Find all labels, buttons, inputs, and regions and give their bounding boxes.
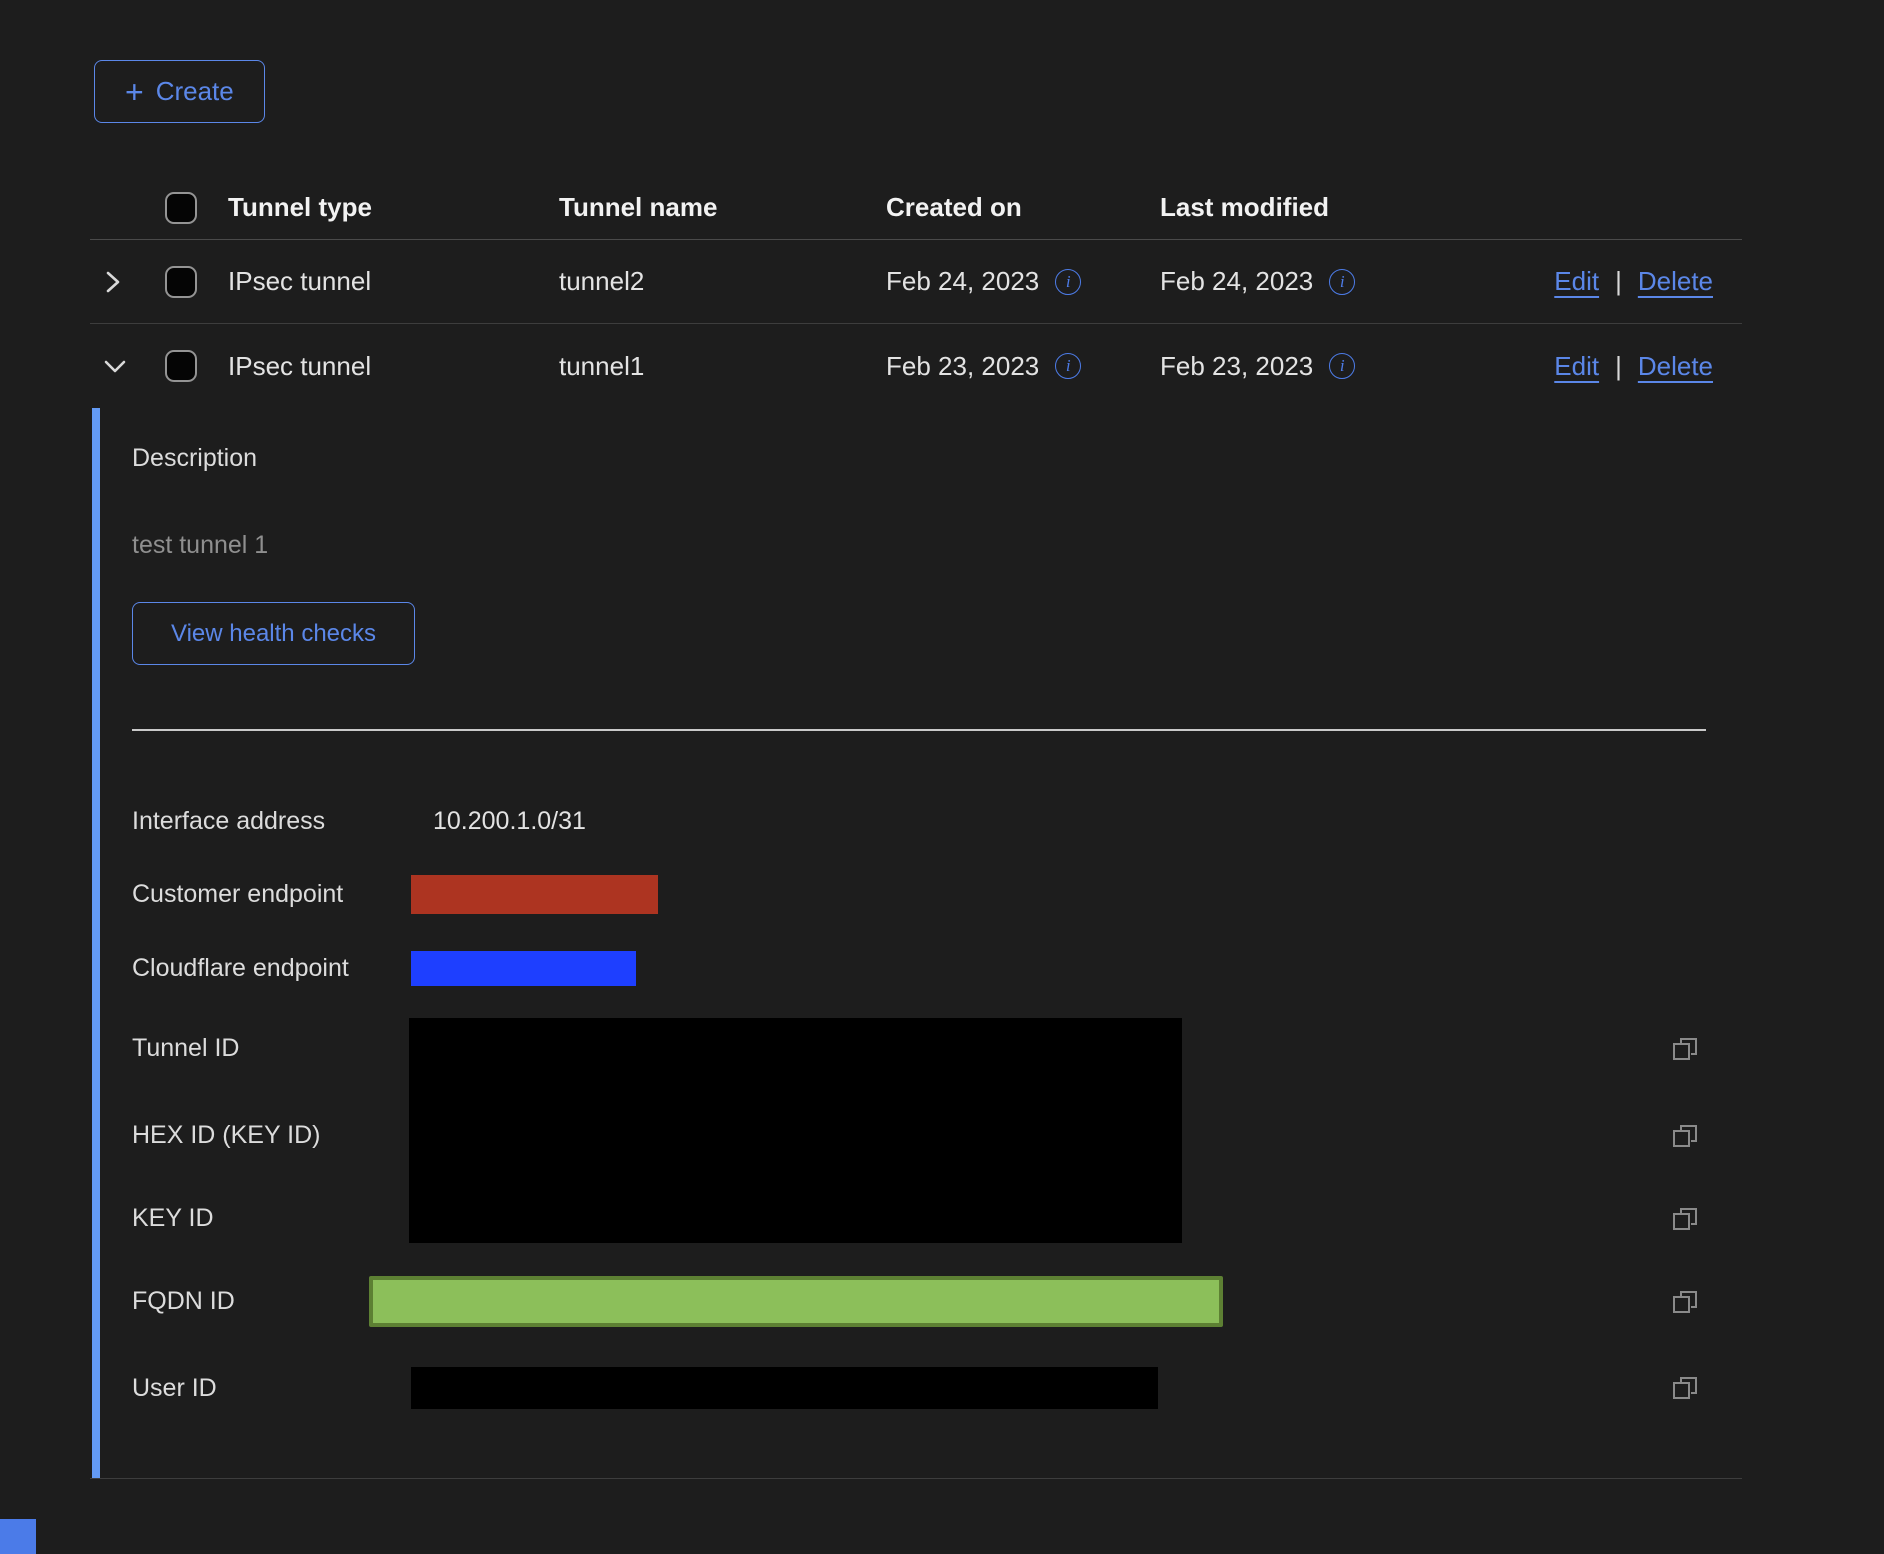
page-corner-accent bbox=[0, 1519, 36, 1554]
tunnel-fields: Interface address 10.200.1.0/31 Customer… bbox=[132, 785, 1742, 1431]
info-icon[interactable]: i bbox=[1055, 353, 1081, 379]
tunnel-detail-panel: Description test tunnel 1 View health ch… bbox=[92, 408, 1742, 1478]
redacted-cloudflare-endpoint bbox=[411, 951, 636, 986]
field-row-customer-endpoint: Customer endpoint bbox=[132, 858, 1742, 931]
chevron-right-icon[interactable] bbox=[102, 269, 124, 295]
redacted-user-id bbox=[411, 1367, 1158, 1409]
select-all-checkbox[interactable] bbox=[165, 192, 197, 224]
field-row-hex-id: HEX ID (KEY ID) bbox=[132, 1092, 1742, 1179]
table-row: IPsec tunnel tunnel1 Feb 23, 2023 i Feb … bbox=[90, 324, 1742, 408]
chevron-down-icon[interactable] bbox=[102, 355, 128, 377]
info-icon[interactable]: i bbox=[1055, 269, 1081, 295]
description-value: test tunnel 1 bbox=[132, 531, 1742, 560]
delete-link[interactable]: Delete bbox=[1638, 266, 1713, 297]
interface-address-label: Interface address bbox=[132, 807, 411, 836]
delete-link[interactable]: Delete bbox=[1638, 351, 1713, 382]
action-separator: | bbox=[1615, 351, 1622, 382]
field-row-tunnel-id: Tunnel ID bbox=[132, 1005, 1742, 1092]
create-button-label: Create bbox=[156, 76, 234, 107]
field-row-interface-address: Interface address 10.200.1.0/31 bbox=[132, 785, 1742, 858]
panel-divider bbox=[132, 729, 1706, 731]
info-icon[interactable]: i bbox=[1329, 353, 1355, 379]
column-header-last-modified: Last modified bbox=[1160, 192, 1490, 223]
field-row-key-id: KEY ID bbox=[132, 1179, 1742, 1258]
field-row-user-id: User ID bbox=[132, 1345, 1742, 1431]
copy-icon[interactable] bbox=[1670, 1204, 1700, 1234]
copy-icon[interactable] bbox=[1670, 1121, 1700, 1151]
column-header-tunnel-type: Tunnel type bbox=[228, 192, 559, 223]
create-button[interactable]: + Create bbox=[94, 60, 265, 123]
redacted-fqdn-id bbox=[369, 1276, 1223, 1327]
edit-link[interactable]: Edit bbox=[1554, 266, 1599, 297]
created-on-cell: Feb 24, 2023 bbox=[886, 266, 1039, 297]
key-id-label: KEY ID bbox=[132, 1204, 411, 1233]
cloudflare-endpoint-label: Cloudflare endpoint bbox=[132, 954, 411, 983]
tunnel-type-cell: IPsec tunnel bbox=[228, 351, 559, 382]
table-row: IPsec tunnel tunnel2 Feb 24, 2023 i Feb … bbox=[90, 240, 1742, 324]
action-separator: | bbox=[1615, 266, 1622, 297]
tunnel-id-label: Tunnel ID bbox=[132, 1034, 411, 1063]
tunnel-type-cell: IPsec tunnel bbox=[228, 266, 559, 297]
tunnel-name-cell: tunnel2 bbox=[559, 266, 886, 297]
tunnel-name-cell: tunnel1 bbox=[559, 351, 886, 382]
view-health-checks-button[interactable]: View health checks bbox=[132, 602, 415, 665]
interface-address-value: 10.200.1.0/31 bbox=[433, 807, 586, 836]
redacted-customer-endpoint bbox=[411, 875, 658, 914]
table-bottom-divider bbox=[90, 1478, 1742, 1479]
customer-endpoint-label: Customer endpoint bbox=[132, 880, 411, 909]
column-header-created-on: Created on bbox=[886, 192, 1160, 223]
description-label: Description bbox=[132, 444, 1742, 473]
field-row-cloudflare-endpoint: Cloudflare endpoint bbox=[132, 931, 1742, 1005]
row-checkbox[interactable] bbox=[165, 266, 197, 298]
copy-icon[interactable] bbox=[1670, 1287, 1700, 1317]
table-header-row: Tunnel type Tunnel name Created on Last … bbox=[90, 176, 1742, 240]
user-id-label: User ID bbox=[132, 1374, 411, 1403]
last-modified-cell: Feb 24, 2023 bbox=[1160, 266, 1313, 297]
created-on-cell: Feb 23, 2023 bbox=[886, 351, 1039, 382]
copy-icon[interactable] bbox=[1670, 1034, 1700, 1064]
tunnel-table: Tunnel type Tunnel name Created on Last … bbox=[90, 176, 1742, 408]
field-row-fqdn-id: FQDN ID bbox=[132, 1258, 1742, 1345]
edit-link[interactable]: Edit bbox=[1554, 351, 1599, 382]
column-header-tunnel-name: Tunnel name bbox=[559, 192, 886, 223]
plus-icon: + bbox=[125, 76, 144, 108]
last-modified-cell: Feb 23, 2023 bbox=[1160, 351, 1313, 382]
copy-icon[interactable] bbox=[1670, 1373, 1700, 1403]
info-icon[interactable]: i bbox=[1329, 269, 1355, 295]
hex-id-label: HEX ID (KEY ID) bbox=[132, 1121, 411, 1150]
row-checkbox[interactable] bbox=[165, 350, 197, 382]
